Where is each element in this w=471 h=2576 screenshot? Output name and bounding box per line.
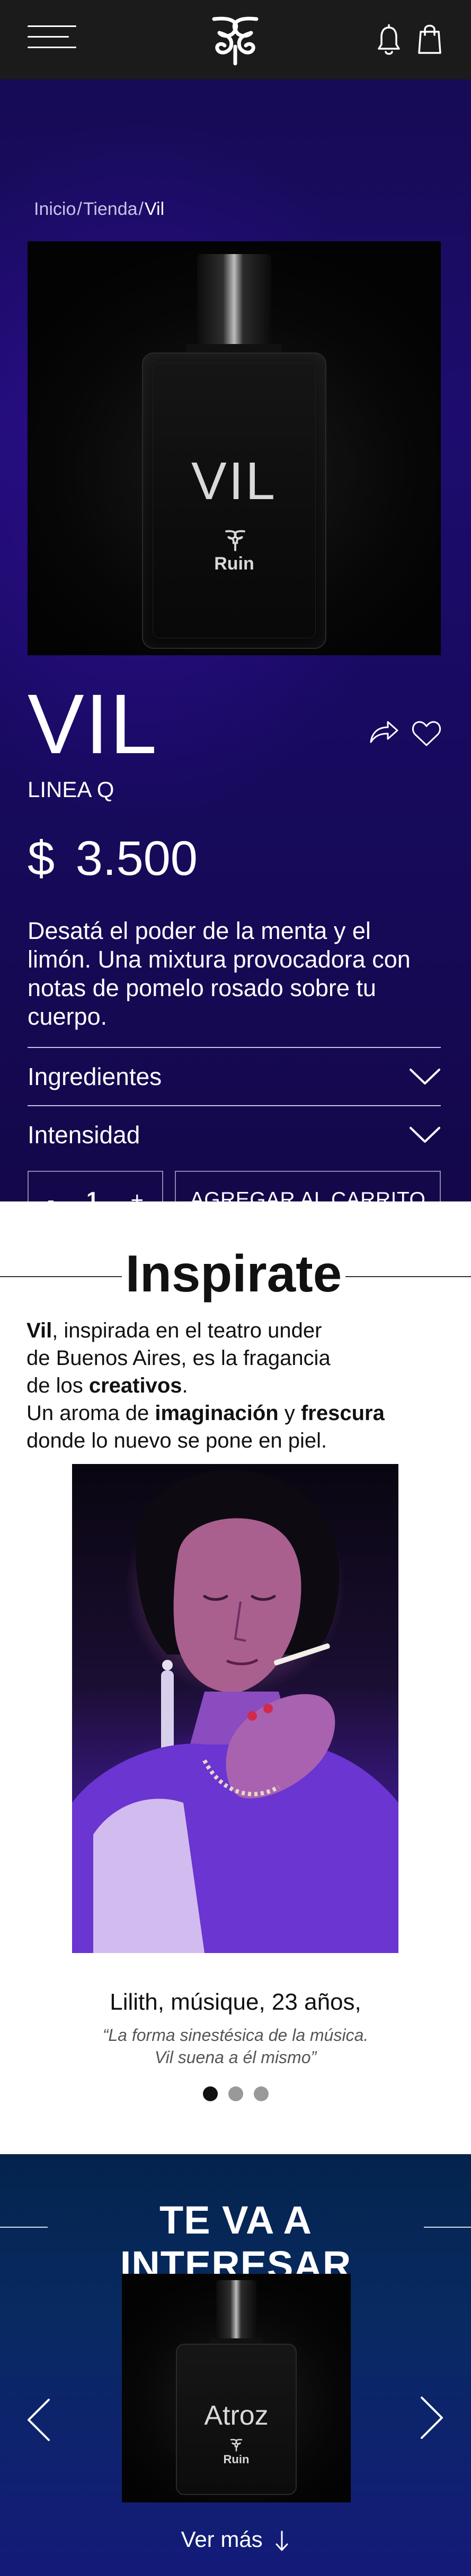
arrow-down-icon [276,2530,288,2551]
related-product-card[interactable]: Atroz Ruin [122,2274,351,2502]
product-line: LINEA Q [28,777,114,802]
accordion-intensity[interactable]: Intensidad [28,1105,441,1163]
breadcrumb-shop[interactable]: Tienda [83,199,138,219]
inspire-text-span: . [182,1374,188,1397]
inspire-text: Vil, inspirada en el teatro under de Bue… [26,1317,445,1454]
inspire-text-bold: creativos [88,1374,182,1397]
ruin-logo-icon [225,530,245,552]
chevron-down-icon [410,1069,440,1084]
person-illustration [72,1470,398,1953]
product-title: VIL [28,676,158,771]
breadcrumb-separator: / [138,199,144,219]
carousel-dots [0,2086,471,2101]
carousel-dot-2[interactable] [228,2086,243,2101]
chevron-left-icon[interactable] [25,2398,52,2442]
quote-line: “La forma sinestésica de la música. [102,2026,369,2045]
accordion-label: Intensidad [28,1121,140,1149]
shopping-bag-icon[interactable] [417,23,442,55]
inspire-caption-quote: “La forma sinestésica de la música. Vil … [0,2024,471,2068]
divider [424,2227,471,2228]
bottle-cap [197,254,271,344]
breadcrumb: Inicio/Tienda/Vil [34,199,164,220]
related-bottle-brand: Ruin [223,2453,250,2466]
inspire-text-bold: frescura [300,1402,385,1425]
carousel-dot-1[interactable] [202,2086,218,2101]
product-image: VIL Ruin [28,241,441,655]
accordion-ingredients[interactable]: Ingredientes [28,1047,441,1105]
product-section: Inicio/Tienda/Vil VIL Ruin VIL LINEA Q $… [0,79,471,1229]
accordion-label: Ingredientes [28,1063,162,1090]
breadcrumb-home[interactable]: Inicio [34,199,76,219]
breadcrumb-current: Vil [144,199,165,219]
quote-line: Vil suena a él mismo” [154,2048,317,2067]
inspire-text-span: de los [26,1374,89,1397]
carousel-dot-3[interactable] [253,2086,269,2101]
related-bottle-label: Atroz [204,2400,269,2431]
divider [345,1276,471,1277]
heart-icon[interactable] [411,720,442,747]
bell-icon[interactable] [377,24,401,56]
product-price: $ 3.500 [28,831,198,885]
inspire-heading: Inspirate [125,1244,342,1303]
product-description: Desatá el poder de la menta y el limón. … [28,917,411,1030]
inspire-heading-wrap: Inspirate [0,1244,471,1303]
share-icon[interactable] [369,720,398,744]
see-more-label: Ver más [181,2527,263,2552]
related-section: TE VA A INTERESAR Atroz Ruin Ver más [0,2154,471,2576]
bottle-body: Atroz Ruin [176,2344,297,2495]
inspire-text-line: de Buenos Aires, es la fragancia [26,1346,331,1370]
inspire-text-span: y [278,1402,301,1425]
ruin-logo-icon[interactable] [203,12,267,67]
bottle-label: VIL [191,451,278,511]
divider [0,1276,122,1277]
hamburger-menu-icon[interactable] [28,23,76,51]
breadcrumb-separator: / [77,199,82,219]
inspire-text-bold: imaginación [155,1402,279,1425]
chevron-right-icon[interactable] [419,2396,445,2440]
inspire-photo [72,1464,398,1953]
chevron-down-icon [410,1127,440,1143]
divider [0,2227,48,2228]
inspire-text-span: Un aroma de [26,1402,155,1425]
inspire-caption-name: Lilith, músique, 23 años, [110,1989,361,2015]
inspire-text-span: , inspirada en el teatro under [52,1319,322,1342]
bottle-brand: Ruin [214,554,254,574]
inspire-section: Inspirate Vil, inspirada en el teatro un… [0,1201,471,2154]
inspire-text-line: donde lo nuevo se pone en piel. [26,1429,327,1452]
top-header [0,0,471,79]
bottle-body: VIL Ruin [142,352,326,649]
bottle-cap [216,2280,256,2339]
inspire-text-bold: Vil [26,1319,52,1342]
see-more-link[interactable]: Ver más [0,2527,471,2552]
ruin-logo-icon [230,2439,243,2452]
